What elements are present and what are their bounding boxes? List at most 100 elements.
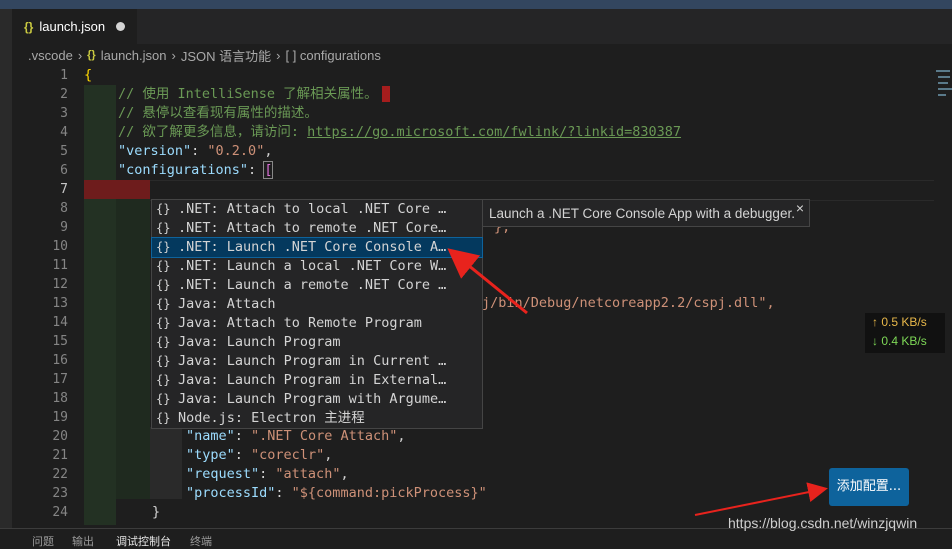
code-link[interactable]: https://go.microsoft.com/fwlink/?linkid=… <box>307 124 681 140</box>
suggestion-item[interactable]: {} .NET: Attach to remote .NET Core… <box>152 219 482 238</box>
line-number: 7 <box>60 182 68 197</box>
minimap-line <box>936 70 950 72</box>
snippet-icon: {} <box>156 411 171 425</box>
snippet-icon: {} <box>156 278 171 292</box>
line-number: 4 <box>60 125 68 140</box>
tab-bar: {} launch.json <box>0 9 952 44</box>
snippet-icon: {} <box>156 202 171 216</box>
tab-terminal[interactable]: 终端 <box>190 533 212 549</box>
suggestion-label: Java: Launch Program in External… <box>178 372 447 388</box>
suggestion-item[interactable]: {} .NET: Launch a remote .NET Core … <box>152 276 482 295</box>
chevron-right-icon: › <box>276 47 281 63</box>
download-speed: ↓ 0.4 KB/s <box>872 334 927 348</box>
line-number: 17 <box>52 372 68 387</box>
suggestion-label: Java: Launch Program with Argume… <box>178 391 447 407</box>
code-string: ".NET Core Attach" <box>251 428 398 444</box>
snippet-icon: {} <box>156 221 171 235</box>
minimap-line <box>938 82 948 84</box>
snippet-icon: {} <box>156 316 171 330</box>
line-number: 22 <box>52 467 68 482</box>
json-file-icon: {} <box>24 19 34 34</box>
suggestion-label: .NET: Launch a local .NET Core W… <box>178 258 447 274</box>
suggestion-label: Node.js: Electron 主进程 <box>178 410 365 426</box>
suggestion-item[interactable]: {} Java: Attach <box>152 295 482 314</box>
suggestion-item[interactable]: {} Java: Launch Program <box>152 333 482 352</box>
line-number: 16 <box>52 353 68 368</box>
line-number: 21 <box>52 448 68 463</box>
snippet-icon: {} <box>156 354 171 368</box>
code-comment: // 使用 IntelliSense 了解相关属性。 <box>118 86 378 102</box>
tab-launch-json[interactable]: {} launch.json <box>12 9 137 44</box>
code-comment: // 悬停以查看现有属性的描述。 <box>118 105 318 121</box>
error-indent-highlight <box>84 180 150 199</box>
line-number-gutter: 1 2 3 4 5 6 7 8 9 10 11 12 13 14 15 16 1… <box>12 66 72 545</box>
code-string: "0.2.0" <box>207 143 265 159</box>
suggestion-label: Java: Attach to Remote Program <box>178 315 422 331</box>
suggestion-label: Java: Launch Program in Current … <box>178 353 447 369</box>
tab-output[interactable]: 输出 <box>72 533 94 549</box>
line-number: 1 <box>60 68 68 83</box>
json-file-icon: {} <box>87 49 96 61</box>
error-marker <box>381 86 390 102</box>
suggestion-label: .NET: Launch .NET Core Console A… <box>178 239 447 255</box>
chevron-right-icon: › <box>171 47 176 63</box>
breadcrumb: .vscode › {} launch.json › JSON 语言功能 › [… <box>12 44 952 66</box>
code-key: "processId" <box>186 485 276 501</box>
line-number: 19 <box>52 410 68 425</box>
line-number: 9 <box>60 220 68 235</box>
suggestion-label: Java: Attach <box>178 296 276 312</box>
breadcrumb-vscode[interactable]: .vscode <box>28 48 73 63</box>
unsaved-dot-icon[interactable] <box>116 22 125 31</box>
suggestion-item[interactable]: {} Java: Launch Program in External… <box>152 371 482 390</box>
suggestion-detail-text: Launch a .NET Core Console App with a de… <box>489 206 795 221</box>
tab-debug-console[interactable]: 调试控制台 <box>116 533 171 549</box>
close-icon[interactable]: × <box>796 194 804 222</box>
code-string: "attach" <box>275 466 341 482</box>
snippet-icon: {} <box>156 259 171 273</box>
line-number: 14 <box>52 315 68 330</box>
code-bracket: [ <box>263 161 274 179</box>
current-line-highlight <box>84 180 934 201</box>
suggestion-item-selected[interactable]: {} .NET: Launch .NET Core Console A… <box>151 237 483 258</box>
line-number: 18 <box>52 391 68 406</box>
code-string: "coreclr" <box>251 447 325 463</box>
line-number: 10 <box>52 239 68 254</box>
snippet-icon: {} <box>156 373 171 387</box>
line-number: 8 <box>60 201 68 216</box>
suggestion-item[interactable]: {} Java: Launch Program with Argume… <box>152 390 482 409</box>
minimap-line <box>938 76 950 78</box>
upload-speed: ↑ 0.5 KB/s <box>872 315 927 329</box>
chevron-right-icon: › <box>77 47 83 63</box>
breadcrumb-configurations[interactable]: [ ] configurations <box>285 48 380 63</box>
suggestion-label: .NET: Attach to remote .NET Core… <box>178 220 447 236</box>
suggestion-item[interactable]: {} Java: Launch Program in Current … <box>152 352 482 371</box>
suggestion-label: .NET: Launch a remote .NET Core … <box>178 277 447 293</box>
breadcrumb-json-features[interactable]: JSON 语言功能 <box>181 46 271 65</box>
suggestion-item[interactable]: {} .NET: Launch a local .NET Core W… <box>152 257 482 276</box>
line-number: 20 <box>52 429 68 444</box>
snippet-icon: {} <box>156 392 171 406</box>
code-key: "request" <box>186 466 260 482</box>
suggestion-label: Java: Launch Program <box>178 334 341 350</box>
indent-guide-block <box>116 199 150 499</box>
breadcrumb-launch-json[interactable]: launch.json <box>101 48 167 63</box>
line-number: 24 <box>52 505 68 520</box>
code-comment: // 欲了解更多信息，请访问: <box>118 124 308 140</box>
code-key: "version" <box>118 143 192 159</box>
suggestion-detail-panel: Launch a .NET Core Console App with a de… <box>482 199 810 227</box>
activity-bar-edge <box>0 9 12 545</box>
suggestion-item[interactable]: {} Java: Attach to Remote Program <box>152 314 482 333</box>
minimap[interactable] <box>932 66 952 106</box>
tab-problems[interactable]: 问题 <box>32 533 54 549</box>
line-number: 12 <box>52 277 68 292</box>
snippet-icon: {} <box>156 335 171 349</box>
suggestion-item[interactable]: {} .NET: Attach to local .NET Core … <box>152 200 482 219</box>
indent-guide-block <box>150 427 182 499</box>
title-bar <box>0 0 952 9</box>
suggestion-widget[interactable]: {} .NET: Attach to local .NET Core … {} .N… <box>151 199 483 429</box>
tab-title: launch.json <box>39 19 106 34</box>
suggestion-label: .NET: Attach to local .NET Core … <box>178 201 447 217</box>
code-key: "name" <box>186 428 235 444</box>
add-configuration-button[interactable]: 添加配置... <box>829 468 909 506</box>
suggestion-item[interactable]: {} Node.js: Electron 主进程 <box>152 409 482 428</box>
